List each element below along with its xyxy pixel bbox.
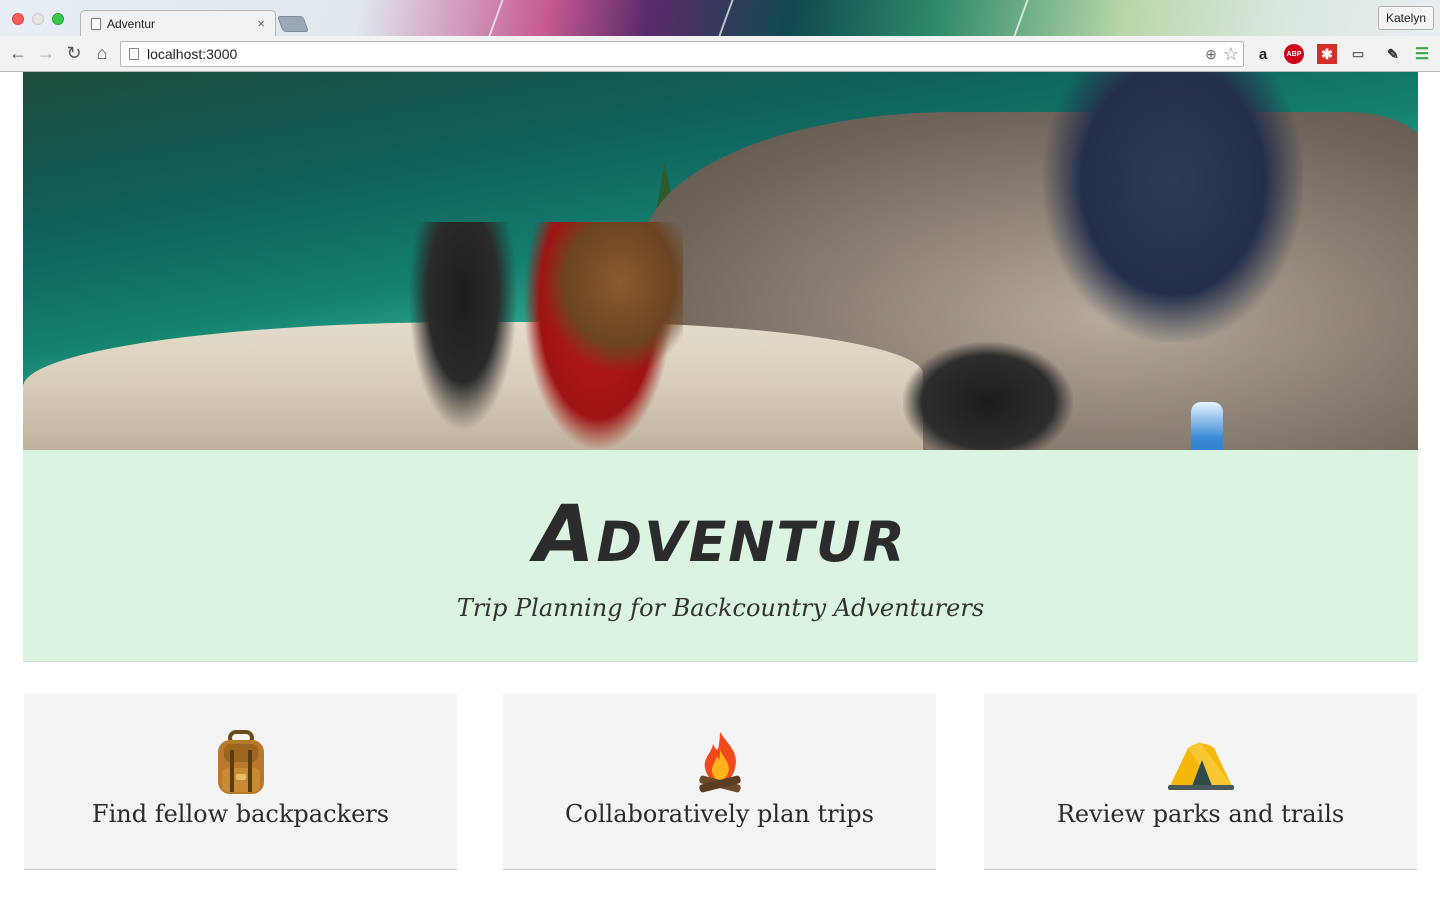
adblock-icon[interactable]: ABP	[1284, 44, 1304, 64]
feature-label: Review parks and trails	[1056, 800, 1345, 828]
feature-card-backpackers[interactable]: Find fellow backpackers	[24, 694, 457, 870]
url-text[interactable]: localhost:3000	[147, 46, 1205, 62]
back-arrow-icon[interactable]: ←	[4, 40, 32, 68]
water-bottle-image	[1191, 402, 1223, 450]
aurora-streak	[488, 0, 504, 36]
reload-icon[interactable]: ↻	[60, 40, 88, 68]
star-icon[interactable]: ☆	[1223, 44, 1239, 65]
profile-button[interactable]: Katelyn	[1377, 6, 1434, 30]
title-banner: Adventur Trip Planning for Backcountry A…	[23, 450, 1418, 662]
amazon-icon[interactable]: a	[1253, 44, 1273, 64]
site-title: Adventur	[534, 490, 907, 580]
window-minimize-button[interactable]	[32, 13, 44, 25]
feature-card-plan-trips[interactable]: Collaboratively plan trips	[503, 694, 936, 870]
tent-icon	[1167, 742, 1234, 790]
new-tab-button[interactable]	[277, 16, 309, 32]
tab-strip: Adventur × Katelyn	[0, 0, 1440, 36]
backpack-image	[903, 342, 1073, 450]
address-bar[interactable]: localhost:3000 ⊕ ☆	[120, 41, 1244, 67]
window-close-button[interactable]	[12, 13, 24, 25]
feature-cards: Find fellow backpackers Collaboratively …	[24, 694, 1418, 870]
site-tagline: Trip Planning for Backcountry Adventurer…	[456, 594, 985, 622]
feature-label: Collaboratively plan trips	[565, 800, 874, 828]
window-maximize-button[interactable]	[52, 13, 64, 25]
page-icon	[129, 48, 139, 60]
close-icon[interactable]: ×	[257, 16, 265, 31]
cast-icon[interactable]: ▭	[1348, 44, 1368, 64]
browser-toolbar: ← → ↻ ⌂ localhost:3000 ⊕ ☆ a ABP ✱ ▭ ✎ ☰	[0, 36, 1440, 72]
aurora-streak	[718, 0, 734, 36]
campfire-icon	[698, 732, 741, 793]
aurora-streak	[1013, 0, 1029, 36]
hiker-hair	[543, 222, 683, 372]
feature-label: Find fellow backpackers	[91, 800, 390, 828]
backpack-icon	[217, 730, 264, 794]
forward-arrow-icon[interactable]: →	[32, 40, 60, 68]
menu-icon[interactable]: ☰	[1412, 44, 1432, 64]
feature-card-review-parks[interactable]: Review parks and trails	[984, 694, 1417, 870]
home-icon[interactable]: ⌂	[88, 40, 116, 68]
tab-title: Adventur	[107, 16, 156, 31]
eyedropper-icon[interactable]: ✎	[1383, 44, 1403, 64]
zoom-icon[interactable]: ⊕	[1205, 46, 1217, 63]
hiker-sitting	[1043, 72, 1303, 342]
hero-image	[23, 72, 1418, 450]
page-icon	[91, 17, 101, 30]
hiker-black-jacket	[408, 222, 518, 432]
lastpass-icon[interactable]: ✱	[1317, 44, 1337, 64]
browser-tab[interactable]: Adventur ×	[80, 10, 276, 36]
